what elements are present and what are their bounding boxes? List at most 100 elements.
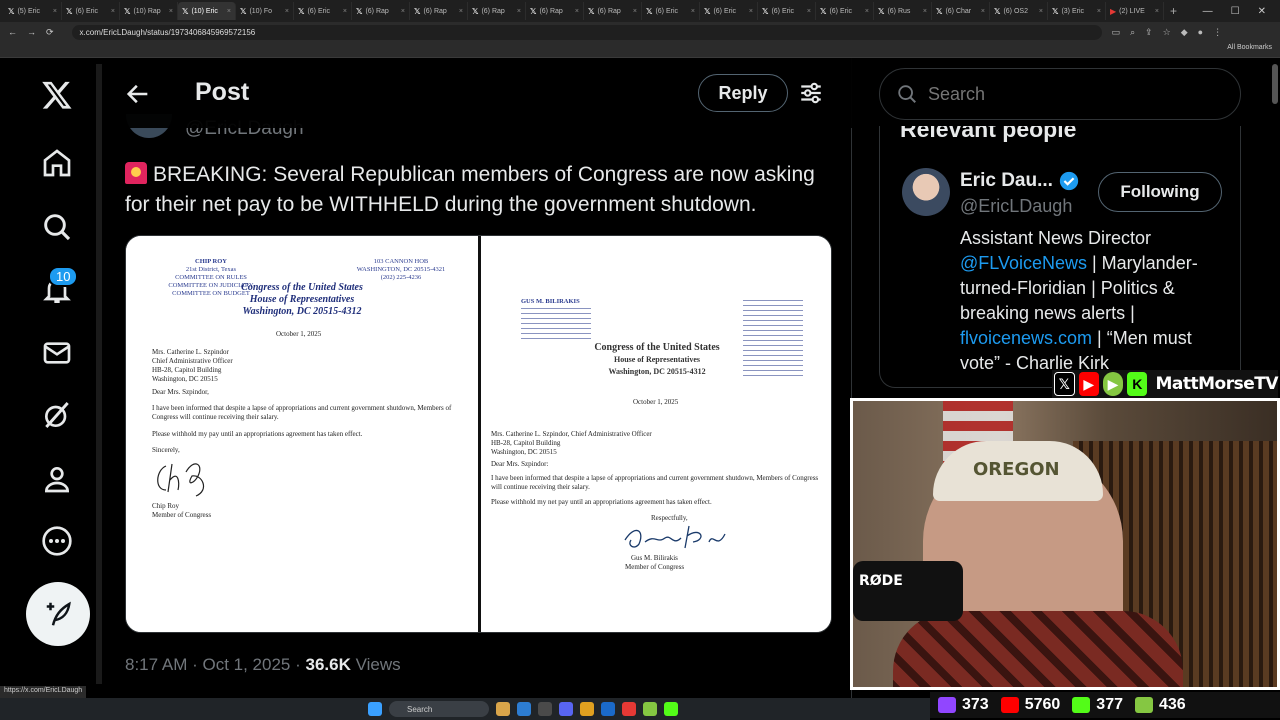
browser-tab[interactable]: 𝕏 (6) Rus × [874, 2, 932, 20]
post-media[interactable]: CHIP ROY 21st District, Texas COMMITTEE … [125, 235, 832, 633]
all-bookmarks[interactable]: All Bookmarks [1227, 44, 1272, 51]
x-logo-icon[interactable] [36, 74, 78, 116]
rumble-app-icon[interactable] [643, 702, 657, 716]
tab-close-icon[interactable]: × [575, 8, 579, 15]
share-icon[interactable]: ⇪ [1145, 27, 1153, 38]
user-handle[interactable]: @EricLDaugh [960, 196, 1072, 217]
search-icon [898, 85, 916, 103]
browser-tab[interactable]: 𝕏 (5) Eric × [4, 2, 62, 20]
letter-left-office: 103 CANNON HOB [373, 258, 429, 265]
filter-sliders-icon[interactable] [798, 80, 824, 106]
explore-search-icon[interactable] [36, 206, 78, 248]
browser-tab[interactable]: 𝕏 (10) Rap × [120, 2, 178, 20]
back-arrow-icon[interactable] [124, 80, 152, 108]
tab-close-icon[interactable]: × [923, 8, 927, 15]
search-input[interactable] [928, 83, 1228, 105]
messages-icon[interactable] [36, 332, 78, 374]
tab-close-icon[interactable]: × [865, 8, 869, 15]
cast-icon[interactable]: ▭ [1112, 27, 1121, 38]
bio-link-flvoicenews[interactable]: @FLVoiceNews [960, 253, 1087, 273]
browser-tab[interactable]: 𝕏 (6) Rap × [584, 2, 642, 20]
compose-post-button[interactable] [26, 582, 90, 646]
tab-close-icon[interactable]: × [459, 8, 463, 15]
maximize-icon[interactable]: ☐ [1231, 6, 1240, 17]
minimize-icon[interactable]: — [1203, 6, 1213, 17]
tab-close-icon[interactable]: × [749, 8, 753, 15]
profile-icon[interactable]: ● [1198, 27, 1203, 38]
tab-close-icon[interactable]: × [517, 8, 521, 15]
browser-back-icon[interactable]: ← [8, 27, 17, 37]
tab-close-icon[interactable]: × [285, 8, 289, 15]
tab-close-icon[interactable]: × [807, 8, 811, 15]
letter-right-signer: Gus M. Bilirakis [631, 554, 678, 562]
browser-tab[interactable]: 𝕏 (6) OS2 × [990, 2, 1048, 20]
browser-tab[interactable]: 𝕏 (6) Eric × [62, 2, 120, 20]
tab-close-icon[interactable]: × [227, 8, 231, 15]
post-timestamp[interactable]: 8:17 AM · Oct 1, 2025 · [125, 655, 305, 674]
browser-tab[interactable]: 𝕏 (3) Eric × [1048, 2, 1106, 20]
steam-icon[interactable] [601, 702, 615, 716]
browser-tab[interactable]: 𝕏 (6) Eric × [758, 2, 816, 20]
tab-close-icon[interactable]: × [1097, 8, 1101, 15]
chrome-icon[interactable] [580, 702, 594, 716]
browser-tab-label: (10) Fo [249, 7, 273, 15]
x-tab-icon: 𝕏 [588, 6, 595, 16]
grok-icon[interactable] [36, 394, 78, 436]
browser-tab[interactable]: 𝕏 (10) Eric × [178, 2, 236, 20]
bookmarks-bar: All Bookmarks [0, 42, 1280, 58]
edge-icon[interactable] [517, 702, 531, 716]
twitch-icon [938, 697, 956, 713]
file-explorer-icon[interactable] [496, 702, 510, 716]
tab-close-icon[interactable]: × [169, 8, 173, 15]
browser-tab[interactable]: 𝕏 (6) Eric × [642, 2, 700, 20]
browser-forward-icon[interactable]: → [27, 27, 36, 37]
browser-tab[interactable]: 𝕏 (6) Char × [932, 2, 990, 20]
left-scrollbar[interactable] [96, 64, 102, 684]
home-icon[interactable] [36, 142, 78, 184]
taskbar-search[interactable]: Search [389, 701, 489, 717]
avatar[interactable] [902, 168, 950, 216]
profile-person-icon[interactable] [36, 458, 78, 500]
zoom-icon[interactable]: ⌕ [1130, 27, 1135, 38]
search-box[interactable] [879, 68, 1241, 120]
browser-tab[interactable]: ▶ (2) LIVE × [1106, 2, 1164, 20]
browser-tab[interactable]: 𝕏 (6) Eric × [294, 2, 352, 20]
close-window-icon[interactable]: ✕ [1258, 6, 1266, 17]
discord-icon[interactable] [559, 702, 573, 716]
terminal-icon[interactable] [538, 702, 552, 716]
tab-close-icon[interactable]: × [53, 8, 57, 15]
browser-tab[interactable]: 𝕏 (6) Rap × [468, 2, 526, 20]
browser-tab[interactable]: 𝕏 (6) Rap × [410, 2, 468, 20]
browser-tab[interactable]: 𝕏 (10) Fo × [236, 2, 294, 20]
browser-tab[interactable]: 𝕏 (6) Eric × [700, 2, 758, 20]
kick-app-icon[interactable] [664, 702, 678, 716]
rumble-brand-icon: ▶ [1102, 372, 1124, 396]
following-button[interactable]: Following [1098, 172, 1222, 212]
user-display-name[interactable]: Eric Dau... [960, 170, 1053, 192]
youtube-brand-icon: ▶ [1078, 372, 1099, 396]
menu-icon[interactable]: ⋮ [1213, 27, 1222, 38]
tab-close-icon[interactable]: × [981, 8, 985, 15]
tab-close-icon[interactable]: × [633, 8, 637, 15]
windows-start-icon[interactable] [368, 702, 382, 716]
reply-button[interactable]: Reply [698, 74, 788, 112]
browser-tab[interactable]: 𝕏 (6) Rap × [526, 2, 584, 20]
tab-close-icon[interactable]: × [343, 8, 347, 15]
tab-close-icon[interactable]: × [1155, 8, 1159, 15]
reload-icon[interactable]: ⟳ [46, 27, 54, 38]
post-views-count: 36.6K [305, 655, 351, 674]
browser-tab[interactable]: 𝕏 (6) Eric × [816, 2, 874, 20]
extension-icon[interactable]: ◆ [1181, 27, 1188, 38]
more-options-icon[interactable] [36, 520, 78, 562]
right-scrollbar[interactable] [1272, 64, 1278, 104]
tab-close-icon[interactable]: × [1039, 8, 1043, 15]
bio-link-website[interactable]: flvoicenews.com [960, 328, 1092, 348]
new-tab-icon[interactable]: + [1170, 4, 1177, 18]
browser-tab[interactable]: 𝕏 (6) Rap × [352, 2, 410, 20]
obs-icon[interactable] [622, 702, 636, 716]
tab-close-icon[interactable]: × [691, 8, 695, 15]
tab-close-icon[interactable]: × [111, 8, 115, 15]
tab-close-icon[interactable]: × [401, 8, 405, 15]
bookmark-star-icon[interactable]: ☆ [1163, 27, 1171, 38]
url-field[interactable]: x.com/EricLDaugh/status/1973406845969572… [71, 24, 1102, 40]
